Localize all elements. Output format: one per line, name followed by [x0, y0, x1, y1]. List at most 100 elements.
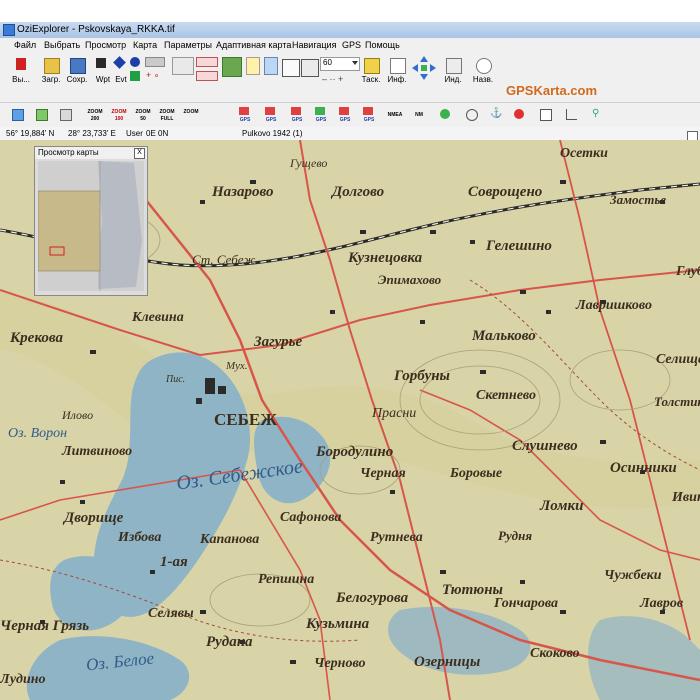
track-icon[interactable] — [130, 71, 140, 81]
app-icon — [3, 24, 15, 36]
hide-icon[interactable] — [196, 71, 218, 81]
chart-icon[interactable] — [566, 109, 577, 120]
notes-icon[interactable] — [246, 57, 260, 75]
map-label: Гущево — [290, 156, 328, 170]
gps-icon — [339, 107, 349, 115]
overview-header: Просмотр карты X — [35, 147, 147, 159]
map-label: Озерницы — [414, 654, 481, 670]
load-button[interactable]: Загр. — [38, 55, 64, 85]
menu-view[interactable]: Просмотр — [85, 40, 126, 50]
gps-button-6[interactable]: GPS — [358, 106, 380, 124]
alarm-icon[interactable] — [514, 109, 524, 119]
compass-icon[interactable] — [466, 109, 478, 121]
waypoint-icon — [96, 58, 106, 68]
menu-parameters[interactable]: Параметры — [164, 40, 212, 50]
zoom-50-button[interactable]: ZOOM 50 — [132, 106, 154, 124]
map-label: Рудана — [206, 634, 253, 650]
add-remove-icon[interactable]: + ∘ — [146, 71, 164, 81]
task-button[interactable]: Таск. — [358, 55, 384, 85]
info-button[interactable]: Инф. — [384, 55, 410, 85]
anchor-icon[interactable]: ⚓ — [490, 109, 502, 119]
zoom-100-button[interactable]: ZOOM 100 — [108, 106, 130, 124]
index-icon — [446, 58, 462, 74]
overview-map[interactable] — [37, 161, 144, 291]
map-icon[interactable] — [36, 109, 48, 121]
gps-button-1[interactable]: GPS — [234, 106, 256, 124]
pan-tool-icon[interactable] — [301, 59, 319, 77]
map-label: Горбуны — [394, 368, 450, 384]
datum-readout: Pulkovo 1942 (1) — [242, 129, 303, 138]
menu-file[interactable]: Файл — [14, 40, 36, 50]
exit-button[interactable]: Вы... — [10, 55, 32, 85]
map-label: Мальково — [472, 328, 536, 344]
gps-icon — [363, 107, 373, 115]
zoom-level-select[interactable]: 60 — [320, 57, 360, 71]
map-label: Черная — [360, 466, 406, 481]
layers-icon[interactable] — [264, 57, 278, 75]
map-grid-icon[interactable] — [222, 57, 242, 77]
map-label: 1-ая — [160, 554, 188, 570]
map-label: Лудино — [0, 672, 46, 687]
zoom-custom-button[interactable]: ZOOM — [180, 106, 202, 124]
arrows-svg — [412, 56, 436, 80]
map-label: Ломки — [540, 498, 584, 514]
gps-icon — [239, 107, 249, 115]
route-icon[interactable] — [130, 57, 140, 67]
map-label: Лавров — [640, 596, 684, 611]
track-control-icon[interactable] — [145, 57, 165, 67]
folder-icon — [44, 58, 60, 74]
event-button[interactable]: Evt — [110, 55, 132, 85]
gps-button-5[interactable]: GPS — [334, 106, 356, 124]
tracker-icon[interactable] — [440, 109, 450, 119]
map-label: Крекова — [10, 330, 63, 346]
gps-button-2[interactable]: GPS — [260, 106, 282, 124]
show-icon[interactable] — [196, 57, 218, 67]
map-label: Кузнецовка — [348, 250, 423, 266]
map-label: Боровые — [450, 466, 503, 481]
map-label: Селявы — [148, 606, 194, 621]
zoom-200-button[interactable]: ZOOM 200 — [84, 106, 106, 124]
gps-button-3[interactable]: GPS — [286, 106, 308, 124]
zoom-step-icons[interactable]: – ·· + — [322, 75, 358, 85]
index-button[interactable]: Инд. — [440, 55, 466, 85]
map-label: Глубо — [676, 264, 700, 279]
map-label: Гончарова — [494, 596, 559, 611]
menu-gps[interactable]: GPS — [342, 40, 361, 50]
nm-button[interactable]: NM — [408, 106, 430, 124]
map-label: Черново — [314, 656, 366, 671]
map-label: Осетки — [560, 146, 608, 161]
title-bar: OziExplorer - Pskovskaya_RKKA.tif — [0, 22, 700, 38]
secondary-toolbar: ZOOM 200 ZOOM 100 ZOOM 50 ZOOM FULL ZOOM… — [0, 103, 700, 128]
options-icon[interactable] — [12, 109, 24, 121]
map-label: Ст. Себеж — [192, 252, 256, 267]
map-label: Замостье — [610, 192, 667, 207]
navigation-arrows-icon[interactable] — [412, 56, 436, 80]
zoom-full-button[interactable]: ZOOM FULL — [156, 106, 178, 124]
draw-icon[interactable] — [172, 57, 194, 75]
close-icon[interactable]: X — [134, 148, 145, 159]
map-label: Слушнево — [512, 438, 578, 454]
dashboard-icon[interactable] — [540, 109, 552, 121]
map-label: Дворище — [64, 510, 124, 526]
map-label: Эпимахово — [378, 272, 442, 287]
zoom-tool-icon[interactable] — [282, 59, 300, 77]
grid-icon[interactable] — [60, 109, 72, 121]
map-label: Бородулино — [316, 444, 394, 460]
map-label: Литвиново — [62, 444, 133, 459]
antenna-icon[interactable]: ⚲ — [592, 109, 602, 119]
nmea-button[interactable]: NMEA — [384, 106, 406, 124]
map-label: Белогурова — [336, 590, 409, 606]
save-button[interactable]: Сохр. — [64, 55, 90, 85]
map-label: Лавришково — [576, 298, 652, 313]
names-button[interactable]: Назв. — [470, 55, 496, 85]
menu-map[interactable]: Карта — [133, 40, 157, 50]
menu-adaptive-map[interactable]: Адаптивная карта — [216, 40, 291, 50]
city-label: СЕБЕЖ — [214, 410, 278, 429]
menu-help[interactable]: Помощь — [365, 40, 400, 50]
map-label: Илово — [62, 408, 94, 422]
menu-navigation[interactable]: Навигация — [292, 40, 336, 50]
map-label: Избова — [118, 530, 162, 545]
map-label: Соврощено — [468, 184, 543, 200]
menu-select[interactable]: Выбрать — [44, 40, 80, 50]
gps-button-4[interactable]: GPS — [310, 106, 332, 124]
